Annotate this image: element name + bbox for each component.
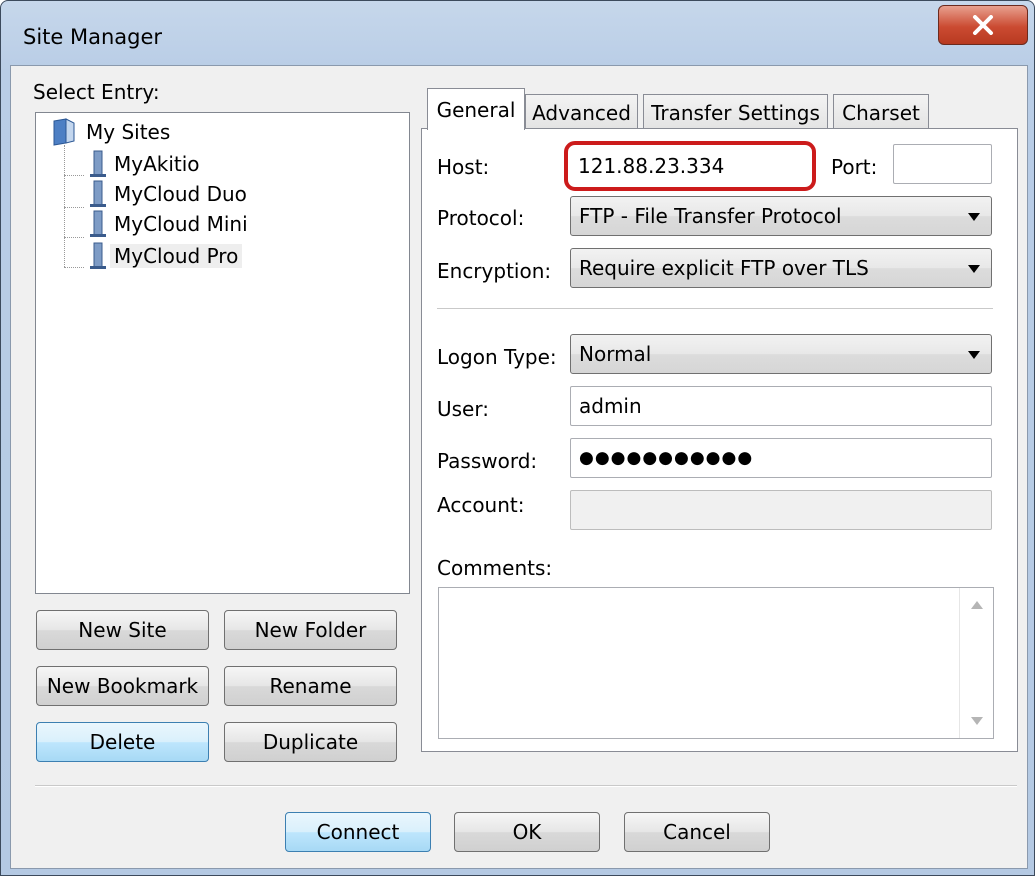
- protocol-select[interactable]: FTP - File Transfer Protocol: [570, 196, 992, 236]
- logon-type-value: Normal: [579, 342, 652, 366]
- tree-item-label: MyCloud Duo: [114, 182, 247, 206]
- site-manager-window: Site Manager Select Entry: My Sites MyAk…: [0, 0, 1035, 876]
- tree-line: [64, 267, 84, 268]
- tab-advanced[interactable]: Advanced: [525, 94, 638, 130]
- logon-type-label: Logon Type:: [437, 345, 557, 369]
- chevron-down-icon: [968, 265, 980, 273]
- comments-textarea[interactable]: [438, 587, 994, 739]
- rename-button[interactable]: Rename: [224, 666, 397, 706]
- tree-line: [64, 175, 84, 176]
- tree-item-mycloud-pro[interactable]: MyCloud Pro: [86, 241, 243, 271]
- logon-type-select[interactable]: Normal: [570, 334, 992, 374]
- tree-line: [64, 145, 65, 267]
- host-input[interactable]: 121.88.23.334: [570, 146, 810, 186]
- encryption-value: Require explicit FTP over TLS: [579, 256, 869, 280]
- new-site-button[interactable]: New Site: [36, 610, 209, 650]
- server-icon: [90, 242, 106, 269]
- tree-item-mycloud-duo[interactable]: MyCloud Duo: [86, 179, 251, 209]
- protocol-value: FTP - File Transfer Protocol: [579, 204, 842, 228]
- connect-button[interactable]: Connect: [285, 812, 431, 852]
- close-icon: [973, 15, 993, 35]
- password-label: Password:: [437, 449, 538, 473]
- server-icon: [90, 150, 106, 177]
- delete-button[interactable]: Delete: [36, 722, 209, 762]
- site-tree[interactable]: My Sites MyAkitio MyCloud Duo MyCloud Mi…: [35, 112, 410, 594]
- tab-general[interactable]: General: [427, 88, 525, 130]
- tree-item-label: MyCloud Mini: [114, 212, 248, 236]
- tree-line: [64, 237, 84, 238]
- close-button[interactable]: [938, 5, 1028, 45]
- host-label: Host:: [437, 155, 490, 179]
- comments-label: Comments:: [437, 556, 553, 580]
- scroll-up-icon[interactable]: [970, 600, 984, 610]
- duplicate-button[interactable]: Duplicate: [224, 722, 397, 762]
- window-title: Site Manager: [23, 25, 163, 49]
- chevron-down-icon: [968, 351, 980, 359]
- tree-item-label: MyAkitio: [114, 152, 200, 176]
- new-folder-button[interactable]: New Folder: [224, 610, 397, 650]
- user-input[interactable]: admin: [570, 386, 992, 426]
- dialog-client-area: Select Entry: My Sites MyAkitio MyCloud …: [10, 65, 1028, 869]
- server-icon: [90, 210, 106, 237]
- scroll-down-icon[interactable]: [970, 716, 984, 726]
- user-label: User:: [437, 397, 489, 421]
- separator: [437, 308, 993, 310]
- cancel-button[interactable]: Cancel: [624, 812, 770, 852]
- folder-icon: [53, 118, 75, 146]
- tab-charset[interactable]: Charset: [833, 94, 929, 130]
- tree-item-mycloud-mini[interactable]: MyCloud Mini: [86, 209, 252, 239]
- encryption-select[interactable]: Require explicit FTP over TLS: [570, 248, 992, 288]
- port-label: Port:: [831, 155, 878, 179]
- ok-button[interactable]: OK: [454, 812, 600, 852]
- tree-root-my-sites[interactable]: My Sites: [50, 117, 170, 147]
- tree-item-label: MyCloud Pro: [110, 244, 243, 268]
- server-icon: [90, 180, 106, 207]
- tree-item-myakitio[interactable]: MyAkitio: [86, 149, 204, 179]
- password-input[interactable]: ●●●●●●●●●●●: [570, 438, 992, 478]
- account-input: [570, 490, 992, 530]
- chevron-down-icon: [968, 213, 980, 221]
- protocol-label: Protocol:: [437, 206, 525, 230]
- comments-scrollbar[interactable]: [959, 588, 993, 738]
- select-entry-label: Select Entry:: [33, 80, 160, 104]
- tree-line: [64, 207, 84, 208]
- new-bookmark-button[interactable]: New Bookmark: [36, 666, 209, 706]
- port-input[interactable]: [893, 144, 992, 184]
- tree-root-label: My Sites: [86, 120, 171, 144]
- tab-transfer-settings[interactable]: Transfer Settings: [643, 94, 828, 130]
- encryption-label: Encryption:: [437, 259, 552, 283]
- footer-separator: [35, 785, 1017, 787]
- account-label: Account:: [437, 493, 525, 517]
